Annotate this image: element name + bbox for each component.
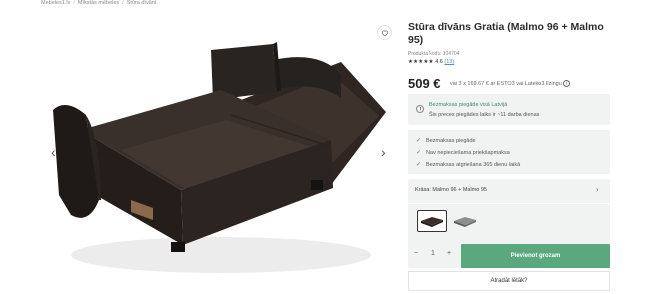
- product-title: Stūra dīvāns Gratia (Malmo 96 + Malmo 95…: [408, 21, 604, 46]
- breadcrumb-subcategory[interactable]: Stūra dīvāni: [127, 0, 156, 6]
- qty-decrease-button[interactable]: −: [414, 250, 418, 257]
- info-icon[interactable]: i: [563, 80, 571, 87]
- installment-text: vai 3 x 169.67 € ar ESTO3 vai Lateko3 lī…: [450, 80, 571, 87]
- gallery-next-button[interactable]: ›: [381, 145, 386, 159]
- check-icon: ✓: [416, 138, 422, 144]
- qty-increase-button[interactable]: +: [447, 250, 451, 257]
- breadcrumb: Mebeles1.lv / Mīkstās mēbeles / Stūra dīvāni: [41, 0, 157, 6]
- divider: [408, 203, 610, 204]
- delivery-time-text: Šis preces piegādes laiks ir ~11 darba d…: [429, 112, 540, 118]
- color-label: Krāsa: Malmo 96 + Malmo 95: [415, 187, 487, 193]
- installment-label: vai 3 x 169.67 € ar ESTO3 vai Lateko3 lī…: [450, 81, 562, 87]
- wishlist-button[interactable]: [377, 25, 392, 40]
- benefit-item: ✓ Bezmaksas atgriešana 365 dienu laikā: [416, 162, 521, 168]
- product-rating: ★★★★★ 4.6 (13): [408, 59, 454, 65]
- product-image[interactable]: [41, 20, 401, 290]
- color-swatch-selected[interactable]: [417, 210, 447, 232]
- qty-value[interactable]: 1: [431, 250, 435, 257]
- benefit-item: ✓ Bezmaksas piegāde: [416, 138, 476, 144]
- product-code: Produkta kods: 104704: [408, 51, 460, 57]
- quantity-stepper: − 1 +: [409, 244, 459, 268]
- clock-icon: [416, 105, 424, 113]
- check-icon: ✓: [416, 150, 422, 156]
- delivery-info: Bezmaksas piegāde visā Latvijā Šis prece…: [408, 94, 610, 125]
- chevron-right-icon[interactable]: ›: [596, 185, 599, 194]
- product-gallery: ‹ ›: [41, 20, 401, 290]
- heart-icon: [381, 30, 388, 36]
- rating-value: 4.6: [435, 59, 443, 65]
- reviews-link[interactable]: (13): [444, 59, 454, 65]
- found-cheaper-button[interactable]: Atradāt lētāk?: [408, 271, 610, 291]
- product-price: 509 €: [408, 76, 441, 91]
- breadcrumb-home[interactable]: Mebeles1.lv: [41, 0, 70, 6]
- add-to-cart-button[interactable]: Pievienot grozam: [461, 244, 610, 268]
- swatch-thumbnail: [454, 217, 476, 227]
- benefits-list: ✓ Bezmaksas piegāde ✓ Nav nepieciešama pri…: [408, 130, 610, 174]
- color-swatch[interactable]: [450, 210, 480, 232]
- check-icon: ✓: [416, 162, 422, 168]
- breadcrumb-category[interactable]: Mīkstās mēbeles: [78, 0, 119, 6]
- benefit-item: ✓ Nav nepieciešama priekšapmaksa: [416, 150, 510, 156]
- delivery-free-text: Bezmaksas piegāde visā Latvijā: [429, 102, 508, 108]
- rating-stars: ★★★★★: [408, 59, 434, 65]
- swatch-thumbnail: [421, 217, 443, 227]
- gallery-prev-button[interactable]: ‹: [51, 145, 56, 159]
